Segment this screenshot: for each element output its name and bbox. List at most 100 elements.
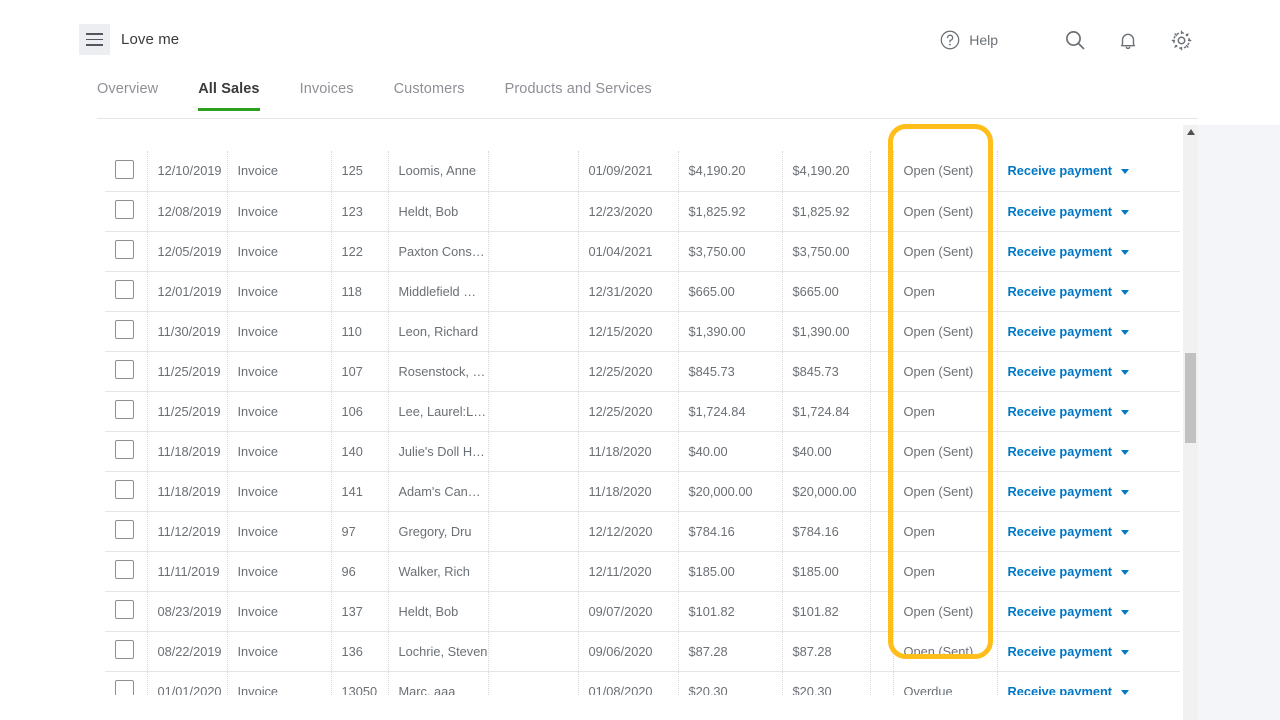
- row-checkbox-cell[interactable]: [105, 271, 147, 311]
- row-checkbox-cell[interactable]: [105, 431, 147, 471]
- row-checkbox[interactable]: [115, 440, 134, 459]
- scroll-up-arrow-icon[interactable]: [1187, 129, 1195, 135]
- row-checkbox-cell[interactable]: [105, 311, 147, 351]
- table-row[interactable]: 11/11/2019Invoice96Walker, Rich12/11/202…: [105, 551, 1180, 591]
- tab-products-and-services[interactable]: Products and Services: [505, 78, 652, 111]
- receive-payment-link[interactable]: Receive payment: [1008, 404, 1113, 419]
- select-all-header[interactable]: [105, 125, 147, 151]
- chevron-down-icon[interactable]: [1121, 570, 1129, 575]
- cell-action[interactable]: Receive payment: [997, 311, 1180, 351]
- chevron-down-icon[interactable]: [1121, 370, 1129, 375]
- cell-action[interactable]: Receive payment: [997, 191, 1180, 231]
- tab-overview[interactable]: Overview: [97, 78, 158, 111]
- cell-action[interactable]: Receive payment: [997, 511, 1180, 551]
- receive-payment-link[interactable]: Receive payment: [1008, 644, 1113, 659]
- scrollbar-thumb[interactable]: [1185, 353, 1196, 443]
- receive-payment-link[interactable]: Receive payment: [1008, 684, 1113, 696]
- chevron-down-icon[interactable]: [1121, 169, 1129, 174]
- table-row[interactable]: 12/05/2019Invoice122Paxton Cons…01/04/20…: [105, 231, 1180, 271]
- cell-action[interactable]: Receive payment: [997, 151, 1180, 191]
- row-checkbox[interactable]: [115, 640, 134, 659]
- table-row[interactable]: 12/08/2019Invoice123Heldt, Bob12/23/2020…: [105, 191, 1180, 231]
- cell-action[interactable]: Receive payment: [997, 591, 1180, 631]
- receive-payment-link[interactable]: Receive payment: [1008, 204, 1113, 219]
- chevron-down-icon[interactable]: [1121, 450, 1129, 455]
- cell-action[interactable]: Receive payment: [997, 391, 1180, 431]
- col-header-project[interactable]: PROJECT: [488, 125, 578, 151]
- col-header-customer[interactable]: CUSTOMER: [388, 125, 488, 151]
- row-checkbox-cell[interactable]: [105, 391, 147, 431]
- table-row[interactable]: 01/01/2020Invoice13050Marc, aaa01/08/202…: [105, 671, 1180, 695]
- receive-payment-link[interactable]: Receive payment: [1008, 604, 1113, 619]
- receive-payment-link[interactable]: Receive payment: [1008, 364, 1113, 379]
- chevron-down-icon[interactable]: [1121, 650, 1129, 655]
- receive-payment-link[interactable]: Receive payment: [1008, 284, 1113, 299]
- table-row[interactable]: 11/30/2019Invoice110Leon, Richard12/15/2…: [105, 311, 1180, 351]
- row-checkbox[interactable]: [115, 400, 134, 419]
- row-checkbox[interactable]: [115, 320, 134, 339]
- col-header-balance[interactable]: BALANCE: [678, 125, 782, 151]
- receive-payment-link[interactable]: Receive payment: [1008, 524, 1113, 539]
- col-header-attachment[interactable]: [870, 125, 893, 151]
- cell-action[interactable]: Receive payment: [997, 271, 1180, 311]
- chevron-down-icon[interactable]: [1121, 490, 1129, 495]
- bell-icon[interactable]: [1117, 29, 1139, 52]
- cell-action[interactable]: Receive payment: [997, 351, 1180, 391]
- row-checkbox[interactable]: [115, 200, 134, 219]
- row-checkbox[interactable]: [115, 240, 134, 259]
- table-row[interactable]: 11/25/2019Invoice106Lee, Laurel:L…12/25/…: [105, 391, 1180, 431]
- tab-all-sales[interactable]: All Sales: [198, 78, 259, 111]
- table-row[interactable]: 11/18/2019Invoice140Julie's Doll H…11/18…: [105, 431, 1180, 471]
- row-checkbox-cell[interactable]: [105, 471, 147, 511]
- chevron-down-icon[interactable]: [1121, 530, 1129, 535]
- cell-action[interactable]: Receive payment: [997, 631, 1180, 671]
- table-row[interactable]: 12/01/2019Invoice118Middlefield …12/31/2…: [105, 271, 1180, 311]
- receive-payment-link[interactable]: Receive payment: [1008, 484, 1113, 499]
- cell-action[interactable]: Receive payment: [997, 671, 1180, 695]
- chevron-down-icon[interactable]: [1121, 330, 1129, 335]
- row-checkbox[interactable]: [115, 160, 134, 179]
- row-checkbox[interactable]: [115, 600, 134, 619]
- tab-invoices[interactable]: Invoices: [300, 78, 354, 111]
- row-checkbox-cell[interactable]: [105, 671, 147, 695]
- hamburger-menu-icon[interactable]: [79, 24, 110, 55]
- cell-action[interactable]: Receive payment: [997, 471, 1180, 511]
- chevron-down-icon[interactable]: [1121, 290, 1129, 295]
- vertical-scrollbar[interactable]: [1183, 125, 1198, 720]
- row-checkbox[interactable]: [115, 560, 134, 579]
- chevron-down-icon[interactable]: [1121, 610, 1129, 615]
- col-header-total[interactable]: TOTAL: [782, 125, 870, 151]
- row-checkbox-cell[interactable]: [105, 551, 147, 591]
- select-all-checkbox[interactable]: [115, 129, 134, 148]
- row-checkbox[interactable]: [115, 280, 134, 299]
- col-header-date[interactable]: DATE: [147, 125, 227, 151]
- row-checkbox-cell[interactable]: [105, 591, 147, 631]
- chevron-down-icon[interactable]: [1121, 410, 1129, 415]
- col-header-type[interactable]: TYPE: [227, 125, 331, 151]
- table-row[interactable]: 11/12/2019Invoice97Gregory, Dru12/12/202…: [105, 511, 1180, 551]
- table-row[interactable]: 11/25/2019Invoice107Rosenstock, …12/25/2…: [105, 351, 1180, 391]
- cell-action[interactable]: Receive payment: [997, 231, 1180, 271]
- receive-payment-link[interactable]: Receive payment: [1008, 564, 1113, 579]
- row-checkbox-cell[interactable]: [105, 151, 147, 191]
- row-checkbox[interactable]: [115, 480, 134, 499]
- row-checkbox[interactable]: [115, 520, 134, 539]
- row-checkbox-cell[interactable]: [105, 631, 147, 671]
- table-row[interactable]: 08/22/2019Invoice136Lochrie, Steven09/06…: [105, 631, 1180, 671]
- receive-payment-link[interactable]: Receive payment: [1008, 444, 1113, 459]
- chevron-down-icon[interactable]: [1121, 690, 1129, 695]
- table-row[interactable]: 12/10/2019Invoice125Loomis, Anne01/09/20…: [105, 151, 1180, 191]
- row-checkbox-cell[interactable]: [105, 231, 147, 271]
- row-checkbox-cell[interactable]: [105, 511, 147, 551]
- col-header-status[interactable]: STATUS: [893, 125, 997, 151]
- row-checkbox-cell[interactable]: [105, 191, 147, 231]
- receive-payment-link[interactable]: Receive payment: [1008, 163, 1113, 178]
- col-header-due-date[interactable]: DUE DATE: [578, 125, 678, 151]
- col-header-no[interactable]: NO.: [331, 125, 388, 151]
- tab-customers[interactable]: Customers: [394, 78, 465, 111]
- row-checkbox[interactable]: [115, 360, 134, 379]
- cell-action[interactable]: Receive payment: [997, 431, 1180, 471]
- chevron-down-icon[interactable]: [1121, 250, 1129, 255]
- row-checkbox-cell[interactable]: [105, 351, 147, 391]
- help-button[interactable]: Help: [939, 29, 998, 51]
